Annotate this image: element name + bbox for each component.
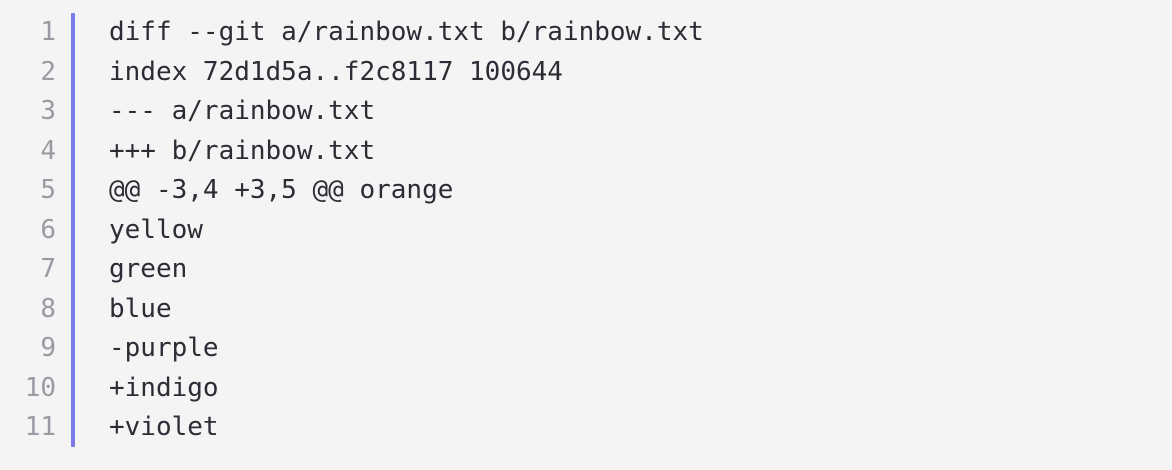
line-text: --- a/rainbow.txt	[109, 96, 376, 126]
line-number: 7	[40, 254, 56, 284]
line-number: 8	[40, 293, 56, 324]
line-text: yellow	[109, 214, 203, 245]
line-number: 10	[24, 372, 56, 403]
line-text: blue	[109, 293, 172, 324]
line-number: 6	[40, 214, 56, 245]
line-number: 3	[40, 96, 56, 126]
code-line: 10 +indigo	[0, 369, 1172, 409]
line-text: index 72d1d5a..f2c8117 100644	[109, 56, 563, 87]
code-line: 5 @@ -3,4 +3,5 @@ orange	[0, 171, 1172, 211]
line-text: @@ -3,4 +3,5 @@ orange	[109, 175, 454, 205]
code-line: 9 -purple	[0, 329, 1172, 369]
code-line: 1 diff --git a/rainbow.txt b/rainbow.txt	[0, 13, 1172, 53]
line-number: 4	[40, 135, 56, 166]
gutter-divider	[71, 13, 75, 447]
code-block: 1 diff --git a/rainbow.txt b/rainbow.txt…	[0, 0, 1172, 470]
line-number: 11	[24, 412, 56, 442]
line-text: -purple	[109, 333, 219, 363]
line-text: diff --git a/rainbow.txt b/rainbow.txt	[109, 17, 704, 47]
line-number: 9	[40, 333, 56, 363]
code-line: 2 index 72d1d5a..f2c8117 100644	[0, 53, 1172, 93]
line-text: +++ b/rainbow.txt	[109, 135, 376, 166]
code-line: 4 +++ b/rainbow.txt	[0, 132, 1172, 172]
code-line: 3 --- a/rainbow.txt	[0, 92, 1172, 132]
code-line: 6 yellow	[0, 211, 1172, 251]
line-number: 5	[40, 175, 56, 205]
line-number: 1	[40, 17, 56, 47]
line-text: green	[109, 254, 188, 284]
line-number: 2	[40, 56, 56, 87]
code-line: 7 green	[0, 250, 1172, 290]
code-line: 11 +violet	[0, 408, 1172, 448]
code-line: 8 blue	[0, 290, 1172, 330]
line-text: +indigo	[109, 372, 219, 403]
line-text: +violet	[109, 412, 219, 442]
